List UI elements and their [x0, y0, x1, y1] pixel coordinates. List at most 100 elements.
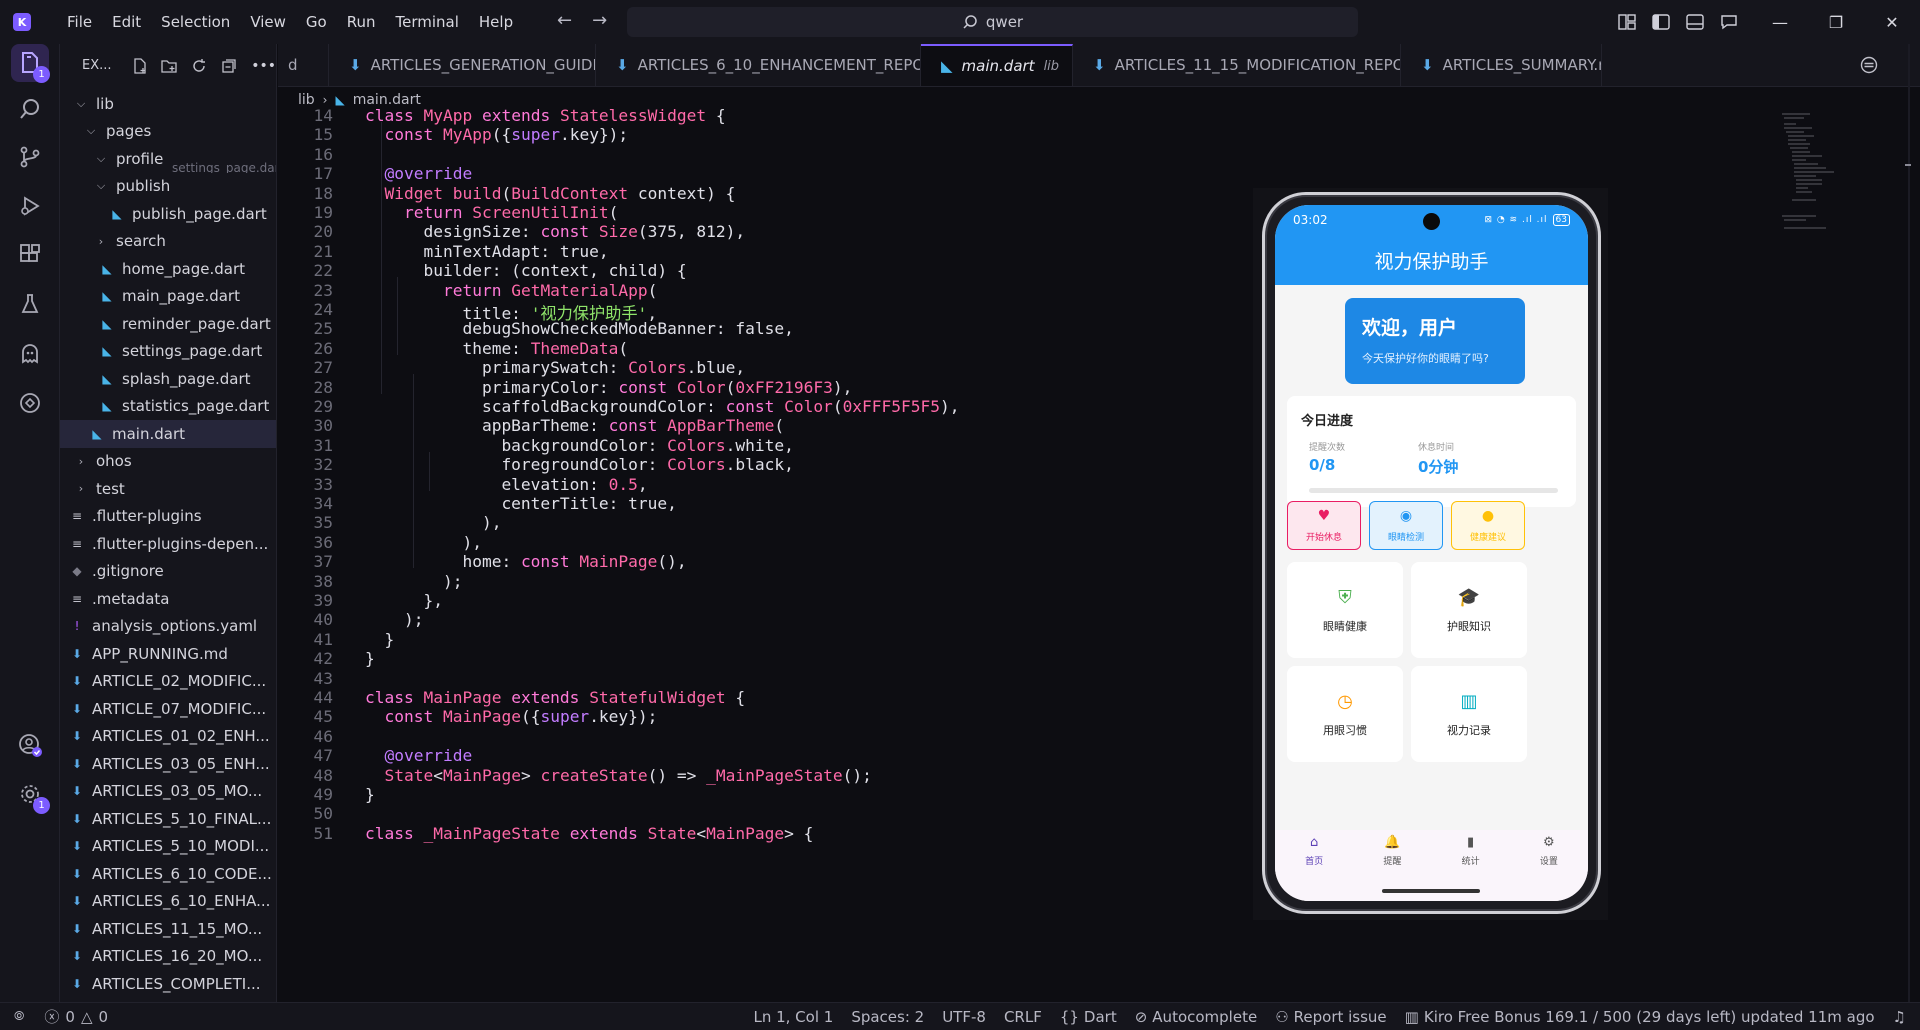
cursor-position[interactable]: Ln 1, Col 1 — [753, 1008, 833, 1026]
tree-item[interactable]: ⬇ ARTICLES_6_10_ENHA... — [60, 888, 276, 916]
editor-scrollbar[interactable] — [1903, 44, 1920, 1002]
layout-panels-icon[interactable] — [1616, 13, 1638, 31]
collapse-all-icon[interactable] — [221, 58, 237, 74]
tree-item[interactable]: ◣ main.dart — [60, 420, 276, 448]
usage-bonus[interactable]: ▥ Kiro Free Bonus 169.1 / 500 (29 days le… — [1405, 1008, 1875, 1026]
bottom-nav-item[interactable]: ⚙ 设置 — [1519, 835, 1579, 901]
tree-item[interactable]: ⬇ ARTICLES_5_10_MODI... — [60, 833, 276, 861]
command-search-box[interactable]: qwer — [627, 7, 1358, 37]
warnings-icon[interactable]: △ — [81, 1008, 93, 1026]
forward-arrow-icon[interactable]: → — [592, 10, 607, 31]
extensions-icon[interactable] — [11, 236, 49, 274]
more-actions-icon[interactable]: ••• — [251, 58, 276, 74]
minimize-button[interactable]: — — [1752, 0, 1808, 44]
feature-tile[interactable]: ◷ 用眼习惯 — [1287, 666, 1403, 762]
tree-item[interactable]: ◣ reminder_page.dart — [60, 310, 276, 338]
tree-item[interactable]: › ohos — [60, 448, 276, 476]
tree-item[interactable]: ≡ .flutter-plugins-depen... — [60, 530, 276, 558]
tab-articles-summary-md[interactable]: ⬇ ARTICLES_SUMMARY.md — [1401, 44, 1602, 86]
tree-item[interactable]: ⬇ ARTICLES_01_02_ENH... — [60, 723, 276, 751]
tab-d[interactable]: d — [278, 44, 329, 86]
close-window-button[interactable]: ✕ — [1864, 0, 1920, 44]
quick-action-0[interactable]: ♥ 开始休息 — [1287, 501, 1361, 550]
tab-overflow-icon[interactable] — [1860, 56, 1878, 78]
account-icon[interactable] — [11, 726, 49, 764]
tree-item[interactable]: ⬇ ARTICLE_02_MODIFIC... — [60, 668, 276, 696]
menu-item-selection[interactable]: Selection — [151, 0, 240, 44]
search-view-icon[interactable] — [11, 90, 49, 128]
quick-action-1[interactable]: ◉ 眼睛检测 — [1369, 501, 1443, 550]
tree-item[interactable]: ⬇ ARTICLES_5_10_FINAL... — [60, 805, 276, 833]
settings-gear-icon[interactable]: 1 — [11, 775, 50, 814]
chat-icon[interactable] — [1718, 13, 1740, 31]
source-control-icon[interactable] — [11, 138, 49, 176]
testing-flask-icon[interactable] — [11, 285, 49, 323]
tab-articles-6-10-enhancement-report-md[interactable]: ⬇ ARTICLES_6_10_ENHANCEMENT_REPORT.md — [596, 44, 921, 86]
errors-icon[interactable]: ⓧ — [44, 1006, 59, 1027]
notifications-bell-icon[interactable]: ♫ — [1893, 1008, 1906, 1026]
tree-item[interactable]: ⬇ ARTICLES_11_15_MO... — [60, 915, 276, 943]
tree-item[interactable]: ≡ .flutter-plugins — [60, 503, 276, 531]
feature-tile[interactable]: ▥ 视力记录 — [1411, 666, 1527, 762]
tree-item[interactable]: ⬇ ARTICLES_6_10_CODE... — [60, 860, 276, 888]
toggle-sidebar-icon[interactable] — [1650, 13, 1672, 31]
tree-item[interactable]: ⌵ profile settings_page.dart — [60, 145, 276, 173]
tree-item[interactable]: ◣ settings_page.dart — [60, 338, 276, 366]
tab-articles-generation-guide-md[interactable]: ⬇ ARTICLES_GENERATION_GUIDE.md — [329, 44, 596, 86]
tree-item[interactable]: ◣ main_page.dart — [60, 283, 276, 311]
tree-item-label: ARTICLES_01_02_ENH... — [92, 727, 270, 746]
quick-action-2[interactable]: ● 健康建议 — [1451, 501, 1525, 550]
tree-item[interactable]: ⬇ ARTICLES_COMPLETI... — [60, 970, 276, 998]
tree-item[interactable]: ⌵ publish — [60, 173, 276, 201]
feature-tile[interactable]: ⛨ 眼睛健康 — [1287, 562, 1403, 658]
tree-item[interactable]: ◣ publish_page.dart — [60, 200, 276, 228]
autocomplete-status[interactable]: ⊘ Autocomplete — [1135, 1008, 1257, 1026]
tree-item[interactable]: ⌵ lib — [60, 90, 276, 118]
toggle-panel-icon[interactable] — [1684, 13, 1706, 31]
menu-item-edit[interactable]: Edit — [102, 0, 151, 44]
kiro-ghost-icon[interactable] — [11, 335, 49, 373]
menu-item-file[interactable]: File — [57, 0, 102, 44]
tree-item[interactable]: ⬇ APP_RUNNING.md — [60, 640, 276, 668]
tree-item[interactable]: ⬇ ARTICLE_07_MODIFIC... — [60, 695, 276, 723]
tree-item[interactable]: ◣ home_page.dart — [60, 255, 276, 283]
feature-tile[interactable]: 🎓 护眼知识 — [1411, 562, 1527, 658]
errors-count[interactable]: 0 — [65, 1008, 75, 1026]
tree-item[interactable]: ◣ statistics_page.dart — [60, 393, 276, 421]
tree-item[interactable]: › search — [60, 228, 276, 256]
remote-status-icon[interactable]: ⦾ — [14, 1009, 24, 1024]
report-issue[interactable]: ⚇ Report issue — [1275, 1008, 1386, 1026]
tab-main-dart[interactable]: ◣main.dartlib✕ — [921, 44, 1073, 86]
tab-articles-11-15-modification-report-md[interactable]: ⬇ ARTICLES_11_15_MODIFICATION_REPORT.md — [1073, 44, 1401, 86]
tree-item[interactable]: ⬇ ARTICLES_03_05_ENH... — [60, 750, 276, 778]
new-file-icon[interactable] — [132, 57, 148, 74]
bottom-nav-item[interactable]: ⌂ 首页 — [1284, 835, 1344, 901]
menu-item-terminal[interactable]: Terminal — [386, 0, 469, 44]
code-line: debugShowCheckedModeBanner: false, — [365, 319, 794, 339]
refresh-icon[interactable] — [191, 58, 207, 74]
menu-item-view[interactable]: View — [240, 0, 296, 44]
tree-item[interactable]: ◆ .gitignore — [60, 558, 276, 586]
tree-item[interactable]: ≡ .metadata — [60, 585, 276, 613]
tree-item[interactable]: ⬇ ARTICLES_16_20_MO... — [60, 943, 276, 971]
back-arrow-icon[interactable]: ← — [557, 10, 572, 31]
menu-item-go[interactable]: Go — [296, 0, 337, 44]
restore-button[interactable]: ❐ — [1808, 0, 1864, 44]
tree-item[interactable]: ! analysis_options.yaml — [60, 613, 276, 641]
language-mode[interactable]: {} Dart — [1060, 1008, 1117, 1026]
new-folder-icon[interactable] — [161, 58, 178, 74]
line-ending[interactable]: CRLF — [1004, 1008, 1042, 1026]
run-debug-icon[interactable] — [11, 187, 49, 225]
tree-item[interactable]: ⬇ ARTICLES_03_05_MO... — [60, 778, 276, 806]
tree-item[interactable]: ⌵ pages — [60, 118, 276, 146]
minimap[interactable] — [1782, 112, 1842, 232]
indentation[interactable]: Spaces: 2 — [851, 1008, 924, 1026]
menu-item-help[interactable]: Help — [469, 0, 523, 44]
remote-icon[interactable] — [11, 384, 49, 422]
menu-item-run[interactable]: Run — [337, 0, 386, 44]
encoding[interactable]: UTF-8 — [942, 1008, 986, 1026]
tree-item[interactable]: ◣ splash_page.dart — [60, 365, 276, 393]
warnings-count[interactable]: 0 — [99, 1008, 109, 1026]
tree-item[interactable]: › test — [60, 475, 276, 503]
explorer-icon[interactable]: 1 — [11, 44, 50, 83]
